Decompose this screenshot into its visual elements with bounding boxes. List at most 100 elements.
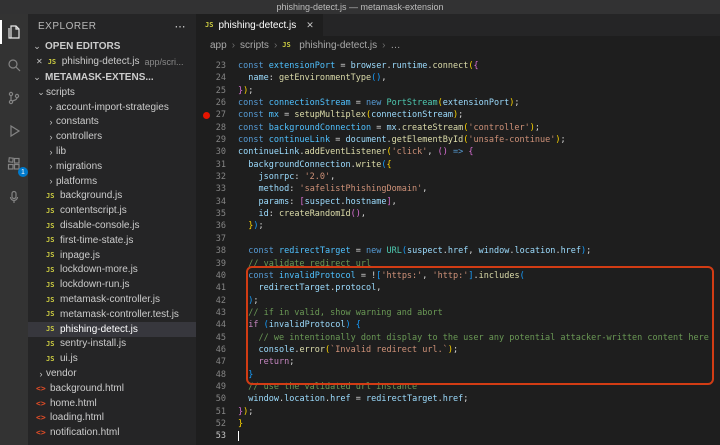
tree-item-phishing-detect-js[interactable]: JSphishing-detect.js bbox=[28, 322, 196, 337]
editor-gutter[interactable]: 49 bbox=[196, 381, 238, 393]
tree-item-background-html[interactable]: <>background.html bbox=[28, 381, 196, 396]
editor-gutter[interactable]: 29 bbox=[196, 134, 238, 146]
breadcrumb-item-[interactable]: … bbox=[390, 40, 400, 51]
code-line-24[interactable]: 24 name: getEnvironmentType(), bbox=[196, 72, 720, 84]
tree-item-home-html[interactable]: <>home.html bbox=[28, 396, 196, 411]
code-line-41[interactable]: 41 redirectTarget.protocol, bbox=[196, 282, 720, 294]
editor-gutter[interactable]: 45 bbox=[196, 332, 238, 344]
editor-gutter[interactable]: 27 bbox=[196, 109, 238, 121]
code-line-31[interactable]: 31 backgroundConnection.write({ bbox=[196, 159, 720, 171]
code-line-36[interactable]: 36 }); bbox=[196, 220, 720, 232]
editor-gutter[interactable]: 46 bbox=[196, 344, 238, 356]
code-line-46[interactable]: 46 console.error(`Invalid redirect url.`… bbox=[196, 344, 720, 356]
editor-gutter[interactable]: 25 bbox=[196, 85, 238, 97]
breadcrumb-item-app[interactable]: app bbox=[210, 40, 227, 51]
tree-item-contentscript-js[interactable]: JScontentscript.js bbox=[28, 203, 196, 218]
tree-item-metamask-controller-test-js[interactable]: JSmetamask-controller.test.js bbox=[28, 307, 196, 322]
code-line-35[interactable]: 35 id: createRandomId(), bbox=[196, 208, 720, 220]
code-line-33[interactable]: 33 method: 'safelistPhishingDomain', bbox=[196, 183, 720, 195]
open-editors-header[interactable]: ⌄ OPEN EDITORS bbox=[28, 38, 196, 54]
code-line-44[interactable]: 44 if (invalidProtocol) { bbox=[196, 319, 720, 331]
tree-item-inpage-js[interactable]: JSinpage.js bbox=[28, 248, 196, 263]
code-line-49[interactable]: 49 // use the validated url instance bbox=[196, 381, 720, 393]
editor-gutter[interactable]: 23 bbox=[196, 60, 238, 72]
tree-item-scripts[interactable]: ⌄scripts bbox=[28, 85, 196, 100]
code-line-23[interactable]: 23const extensionPort = browser.runtime.… bbox=[196, 60, 720, 72]
tree-item-lockdown-more-js[interactable]: JSlockdown-more.js bbox=[28, 263, 196, 278]
open-editor-item-phishing-detect-js[interactable]: ✕JSphishing-detect.jsapp/scri... bbox=[28, 54, 196, 69]
editor-gutter[interactable]: 38 bbox=[196, 245, 238, 257]
editor-gutter[interactable]: 44 bbox=[196, 319, 238, 331]
editor-gutter[interactable]: 36 bbox=[196, 220, 238, 232]
tab-phishing-detect[interactable]: JS phishing-detect.js ✕ bbox=[196, 14, 323, 36]
tree-item-sentry-install-js[interactable]: JSsentry-install.js bbox=[28, 337, 196, 352]
code-line-50[interactable]: 50 window.location.href = redirectTarget… bbox=[196, 393, 720, 405]
code-line-42[interactable]: 42 ); bbox=[196, 295, 720, 307]
editor-gutter[interactable]: 32 bbox=[196, 171, 238, 183]
tree-item-controllers[interactable]: ›controllers bbox=[28, 129, 196, 144]
tree-item-vendor[interactable]: ›vendor bbox=[28, 366, 196, 381]
code-line-39[interactable]: 39 // validate redirect url bbox=[196, 258, 720, 270]
editor-gutter[interactable]: 33 bbox=[196, 183, 238, 195]
editor-gutter[interactable]: 30 bbox=[196, 146, 238, 158]
breadcrumb-item-scripts[interactable]: scripts bbox=[240, 40, 269, 51]
tree-item-platforms[interactable]: ›platforms bbox=[28, 174, 196, 189]
tree-item-account-import-strategies[interactable]: ›account-import-strategies bbox=[28, 100, 196, 115]
project-root-header[interactable]: ⌄ METAMASK-EXTENS... bbox=[28, 69, 196, 85]
editor-gutter[interactable]: 50 bbox=[196, 393, 238, 405]
more-actions-icon[interactable]: ⋯ bbox=[175, 20, 187, 33]
code-line-43[interactable]: 43 // if in valid, show warning and abor… bbox=[196, 307, 720, 319]
code-line-34[interactable]: 34 params: [suspect.hostname], bbox=[196, 196, 720, 208]
editor-gutter[interactable]: 39 bbox=[196, 258, 238, 270]
mic-extension-activity-button[interactable] bbox=[0, 187, 28, 207]
code-line-51[interactable]: 51}); bbox=[196, 406, 720, 418]
code-line-40[interactable]: 40 const invalidProtocol = !['https:', '… bbox=[196, 270, 720, 282]
tree-item-first-time-state-js[interactable]: JSfirst-time-state.js bbox=[28, 233, 196, 248]
tree-item-loading-html[interactable]: <>loading.html bbox=[28, 411, 196, 426]
editor-gutter[interactable]: 34 bbox=[196, 196, 238, 208]
tree-item-background-js[interactable]: JSbackground.js bbox=[28, 189, 196, 204]
editor-gutter[interactable]: 51 bbox=[196, 406, 238, 418]
code-line-26[interactable]: 26const connectionStream = new PortStrea… bbox=[196, 97, 720, 109]
editor-gutter[interactable]: 37 bbox=[196, 233, 238, 245]
code-editor[interactable]: 23const extensionPort = browser.runtime.… bbox=[196, 54, 720, 445]
extensions-activity-button[interactable]: 1 bbox=[0, 154, 28, 174]
tree-item-constants[interactable]: ›constants bbox=[28, 115, 196, 130]
editor-gutter[interactable]: 35 bbox=[196, 208, 238, 220]
code-line-47[interactable]: 47 return; bbox=[196, 356, 720, 368]
close-tab-icon[interactable]: ✕ bbox=[306, 20, 314, 31]
editor-gutter[interactable]: 43 bbox=[196, 307, 238, 319]
code-line-48[interactable]: 48 } bbox=[196, 369, 720, 381]
tree-item-lockdown-run-js[interactable]: JSlockdown-run.js bbox=[28, 277, 196, 292]
code-line-52[interactable]: 52} bbox=[196, 418, 720, 430]
editor-gutter[interactable]: 31 bbox=[196, 159, 238, 171]
close-editor-icon[interactable]: ✕ bbox=[36, 57, 43, 66]
code-line-30[interactable]: 30continueLink.addEventListener('click',… bbox=[196, 146, 720, 158]
code-line-37[interactable]: 37 bbox=[196, 233, 720, 245]
code-line-29[interactable]: 29const continueLink = document.getEleme… bbox=[196, 134, 720, 146]
breadcrumb-item-phishing-detect-js[interactable]: JSphishing-detect.js bbox=[282, 40, 377, 51]
editor-gutter[interactable]: 48 bbox=[196, 369, 238, 381]
code-line-38[interactable]: 38 const redirectTarget = new URL(suspec… bbox=[196, 245, 720, 257]
code-line-28[interactable]: 28const backgroundConnection = mx.create… bbox=[196, 122, 720, 134]
editor-gutter[interactable]: 47 bbox=[196, 356, 238, 368]
code-line-27[interactable]: 27const mx = setupMultiplex(connectionSt… bbox=[196, 109, 720, 121]
explorer-activity-button[interactable] bbox=[0, 22, 28, 42]
tree-item-ui-js[interactable]: JSui.js bbox=[28, 351, 196, 366]
editor-gutter[interactable]: 41 bbox=[196, 282, 238, 294]
tree-item-metamask-controller-js[interactable]: JSmetamask-controller.js bbox=[28, 292, 196, 307]
editor-gutter[interactable]: 52 bbox=[196, 418, 238, 430]
editor-gutter[interactable]: 40 bbox=[196, 270, 238, 282]
code-line-25[interactable]: 25}); bbox=[196, 85, 720, 97]
editor-gutter[interactable]: 53 bbox=[196, 430, 238, 442]
tree-item-notification-html[interactable]: <>notification.html bbox=[28, 425, 196, 440]
code-line-32[interactable]: 32 jsonrpc: '2.0', bbox=[196, 171, 720, 183]
editor-gutter[interactable]: 28 bbox=[196, 122, 238, 134]
editor-gutter[interactable]: 42 bbox=[196, 295, 238, 307]
tree-item-migrations[interactable]: ›migrations bbox=[28, 159, 196, 174]
editor-gutter[interactable]: 24 bbox=[196, 72, 238, 84]
code-line-45[interactable]: 45 // we intentionally dont display to t… bbox=[196, 332, 720, 344]
editor-gutter[interactable]: 26 bbox=[196, 97, 238, 109]
source-control-activity-button[interactable] bbox=[0, 88, 28, 108]
run-debug-activity-button[interactable] bbox=[0, 121, 28, 141]
